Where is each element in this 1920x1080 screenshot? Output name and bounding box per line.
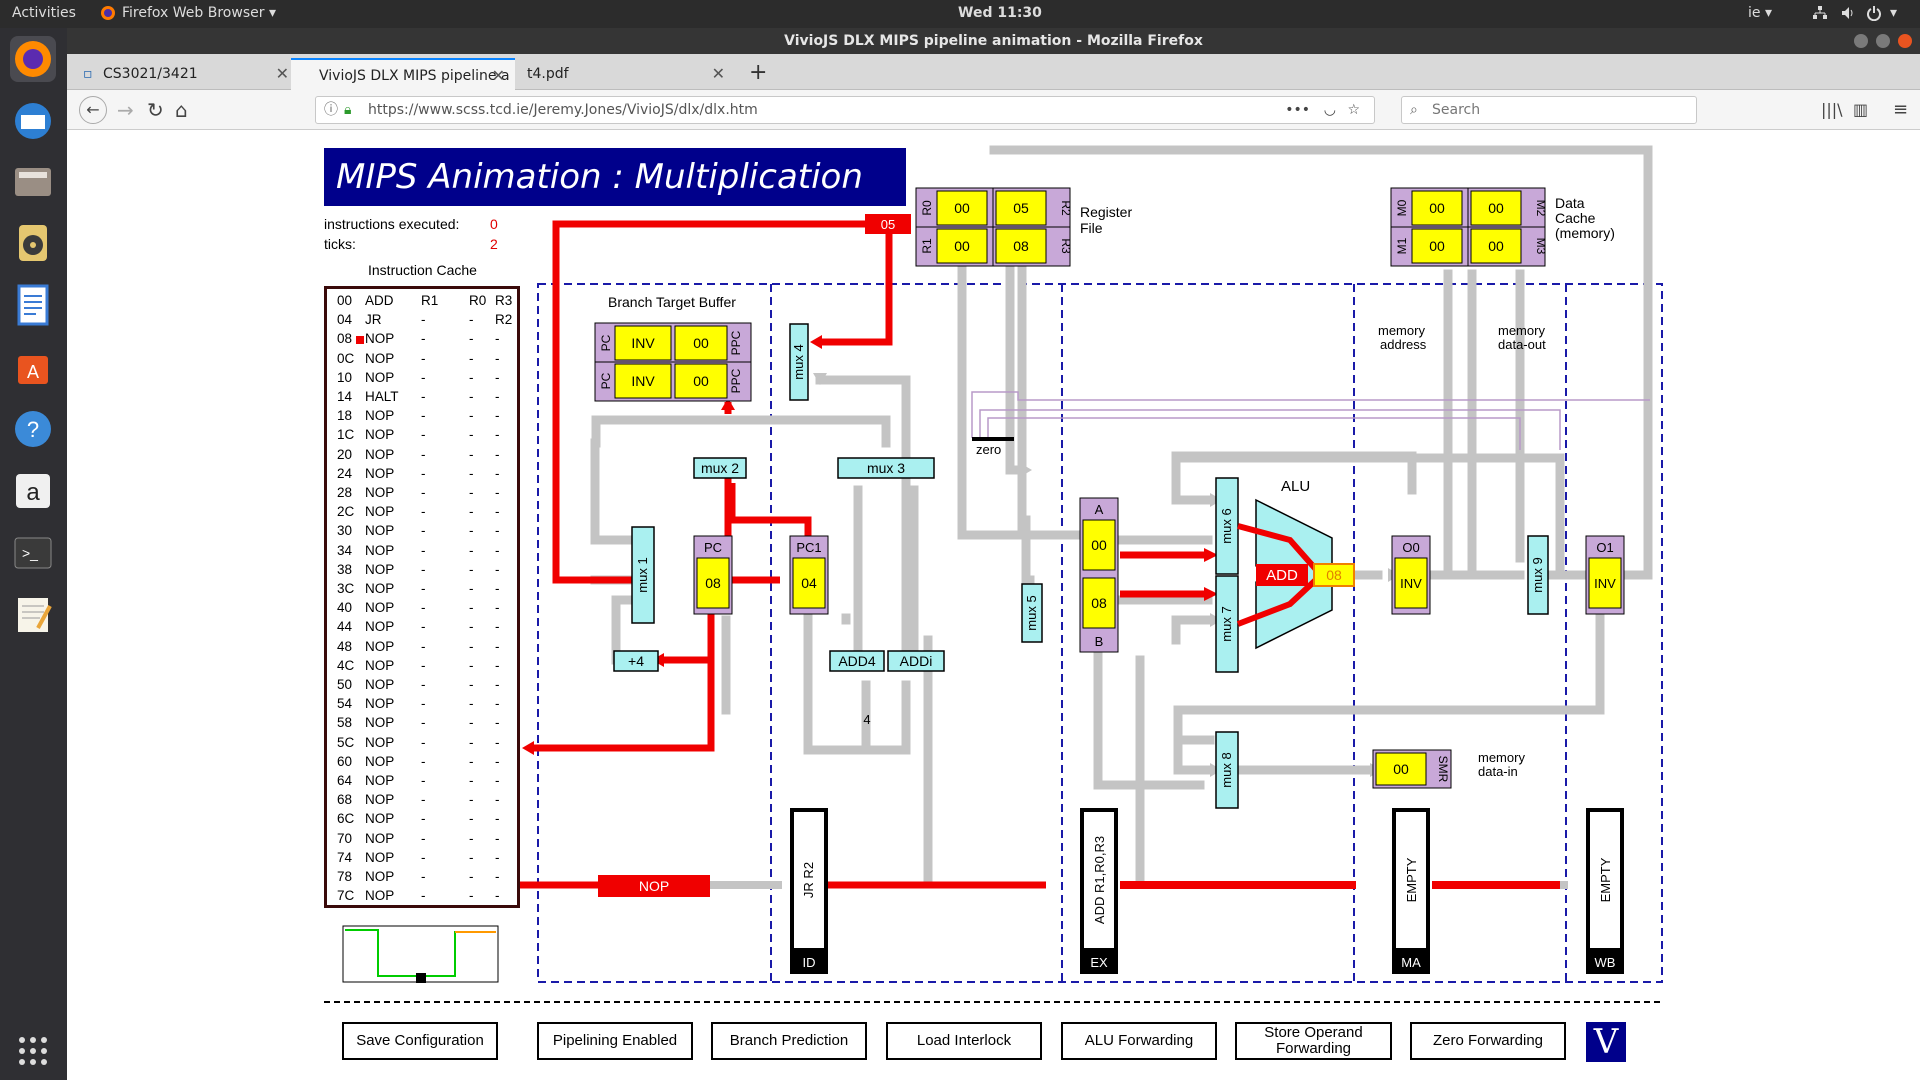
memory-dataout-label-2: data-out	[1498, 337, 1546, 352]
id-stage: JR R2 ID	[790, 808, 828, 974]
store-operand-label: Store Operand	[1264, 1024, 1363, 1041]
reg-r2-value: 05	[1013, 200, 1029, 216]
btb-ppc-label: PPC	[729, 330, 743, 355]
ex-stage-instruction: ADD R1,R0,R3	[1092, 836, 1107, 924]
plus4-label: +4	[628, 653, 644, 669]
data-cache-label-3: (memory)	[1555, 225, 1615, 241]
a-register-label: A	[1095, 502, 1104, 517]
data-cache-label-2: Cache	[1555, 210, 1596, 226]
o1-register-value: INV	[1594, 576, 1616, 591]
ex-stage: ADD R1,R0,R3 EX	[1080, 808, 1118, 974]
wb-stage-label: WB	[1595, 955, 1616, 970]
memory-dataout-label: memory	[1498, 323, 1545, 338]
reg-r3-name: R3	[1059, 238, 1073, 254]
register-file: 00 05 00 08 R0 R1 R2 R3	[915, 187, 1073, 267]
addi-label: ADDi	[900, 653, 933, 669]
bus-05-text: 05	[881, 217, 895, 232]
pipelining-enabled-button[interactable]: Pipelining Enabled	[537, 1022, 693, 1060]
mem-m1-value: 00	[1429, 238, 1445, 254]
wb-stage-instruction: EMPTY	[1598, 857, 1613, 902]
alu-op: ADD	[1266, 567, 1298, 584]
data-cache-label: Data	[1555, 195, 1585, 211]
mem-m2-name: M2	[1534, 200, 1548, 217]
add4-label: ADD4	[838, 653, 876, 669]
id-stage-instruction: JR R2	[801, 862, 816, 898]
mux1-label: mux 1	[635, 557, 650, 592]
reg-r1-value: 00	[954, 238, 970, 254]
b-register-value: 08	[1091, 595, 1107, 611]
memory-address-label: memory	[1378, 323, 1425, 338]
clock-waveform	[342, 925, 499, 983]
pc1-register-label: PC1	[796, 540, 821, 555]
btb-pc1-value: INV	[631, 335, 655, 351]
mux4-label: mux 4	[791, 344, 806, 379]
b-register-label: B	[1095, 634, 1104, 649]
mem-m2-value: 00	[1488, 200, 1504, 216]
btb-ppc1-value: 00	[693, 335, 709, 351]
smr-register-label: SMR	[1436, 756, 1450, 783]
btb-ppc2-value: 00	[693, 373, 709, 389]
zero-label: zero	[976, 442, 1001, 457]
pc-register-label: PC	[704, 540, 722, 555]
ma-stage-label: MA	[1401, 955, 1421, 970]
save-configuration-button[interactable]: Save Configuration	[342, 1022, 498, 1060]
pc-register-value: 08	[705, 575, 721, 591]
constant-four-label: 4	[863, 712, 870, 727]
mux9-label: mux 9	[1530, 557, 1545, 592]
store-operand-forwarding-button[interactable]: Store Operand Forwarding	[1235, 1022, 1392, 1060]
mux7-label: mux 7	[1219, 606, 1234, 641]
mux3-label: mux 3	[867, 460, 905, 476]
mux6-label: mux 6	[1219, 508, 1234, 543]
pipeline-diagram: 05 NOP 00 05 00 08 R0 R1 R2 R3 Register …	[324, 145, 1663, 1003]
vivio-logo[interactable]: V	[1586, 1022, 1626, 1062]
btb-pc2-value: INV	[631, 373, 655, 389]
load-interlock-button[interactable]: Load Interlock	[886, 1022, 1042, 1060]
mem-m1-name: M1	[1395, 237, 1409, 254]
memory-datain-label: memory	[1478, 750, 1525, 765]
zero-forwarding-button[interactable]: Zero Forwarding	[1410, 1022, 1566, 1060]
register-file-label-2: File	[1080, 220, 1103, 236]
wb-stage: EMPTY WB	[1586, 808, 1624, 974]
reg-r3-value: 08	[1013, 238, 1029, 254]
data-cache: 00 00 00 00 M0 M1 M2 M3	[1390, 187, 1548, 267]
branch-target-buffer: INV 00 INV 00 PC PC PPC PPC	[594, 322, 752, 402]
alu-label: ALU	[1281, 478, 1310, 495]
reg-r0-name: R0	[920, 200, 934, 216]
o0-register-value: INV	[1400, 576, 1422, 591]
mem-m0-name: M0	[1395, 199, 1409, 216]
reg-r0-value: 00	[954, 200, 970, 216]
pc1-register-value: 04	[801, 575, 817, 591]
btb-title: Branch Target Buffer	[608, 294, 736, 310]
bus-nop-text: NOP	[639, 878, 669, 894]
mux5-label: mux 5	[1024, 595, 1039, 630]
btb-pc-label: PC	[599, 334, 613, 351]
reg-r2-name: R2	[1059, 200, 1073, 216]
mem-m3-value: 00	[1488, 238, 1504, 254]
mux2-label: mux 2	[701, 460, 739, 476]
reg-r1-name: R1	[920, 238, 934, 254]
btb-pc-label-2: PC	[599, 372, 613, 389]
ex-stage-label: EX	[1090, 955, 1108, 970]
memory-address-label-2: address	[1380, 337, 1427, 352]
smr-register-value: 00	[1393, 761, 1409, 777]
ma-stage: EMPTY MA	[1392, 808, 1430, 974]
alu-forwarding-button[interactable]: ALU Forwarding	[1061, 1022, 1217, 1060]
branch-prediction-button[interactable]: Branch Prediction	[711, 1022, 867, 1060]
a-register-value: 00	[1091, 537, 1107, 553]
alu-result: 08	[1326, 567, 1342, 583]
mem-m3-name: M3	[1534, 238, 1548, 255]
id-stage-label: ID	[803, 955, 816, 970]
forwarding-label: Forwarding	[1275, 1040, 1352, 1057]
register-file-label: Register	[1080, 204, 1132, 220]
o0-register-label: O0	[1402, 540, 1419, 555]
o1-register-label: O1	[1596, 540, 1613, 555]
memory-datain-label-2: data-in	[1478, 764, 1518, 779]
mux8-label: mux 8	[1219, 752, 1234, 787]
ma-stage-instruction: EMPTY	[1404, 857, 1419, 902]
btb-ppc-label-2: PPC	[729, 368, 743, 393]
mem-m0-value: 00	[1429, 200, 1445, 216]
